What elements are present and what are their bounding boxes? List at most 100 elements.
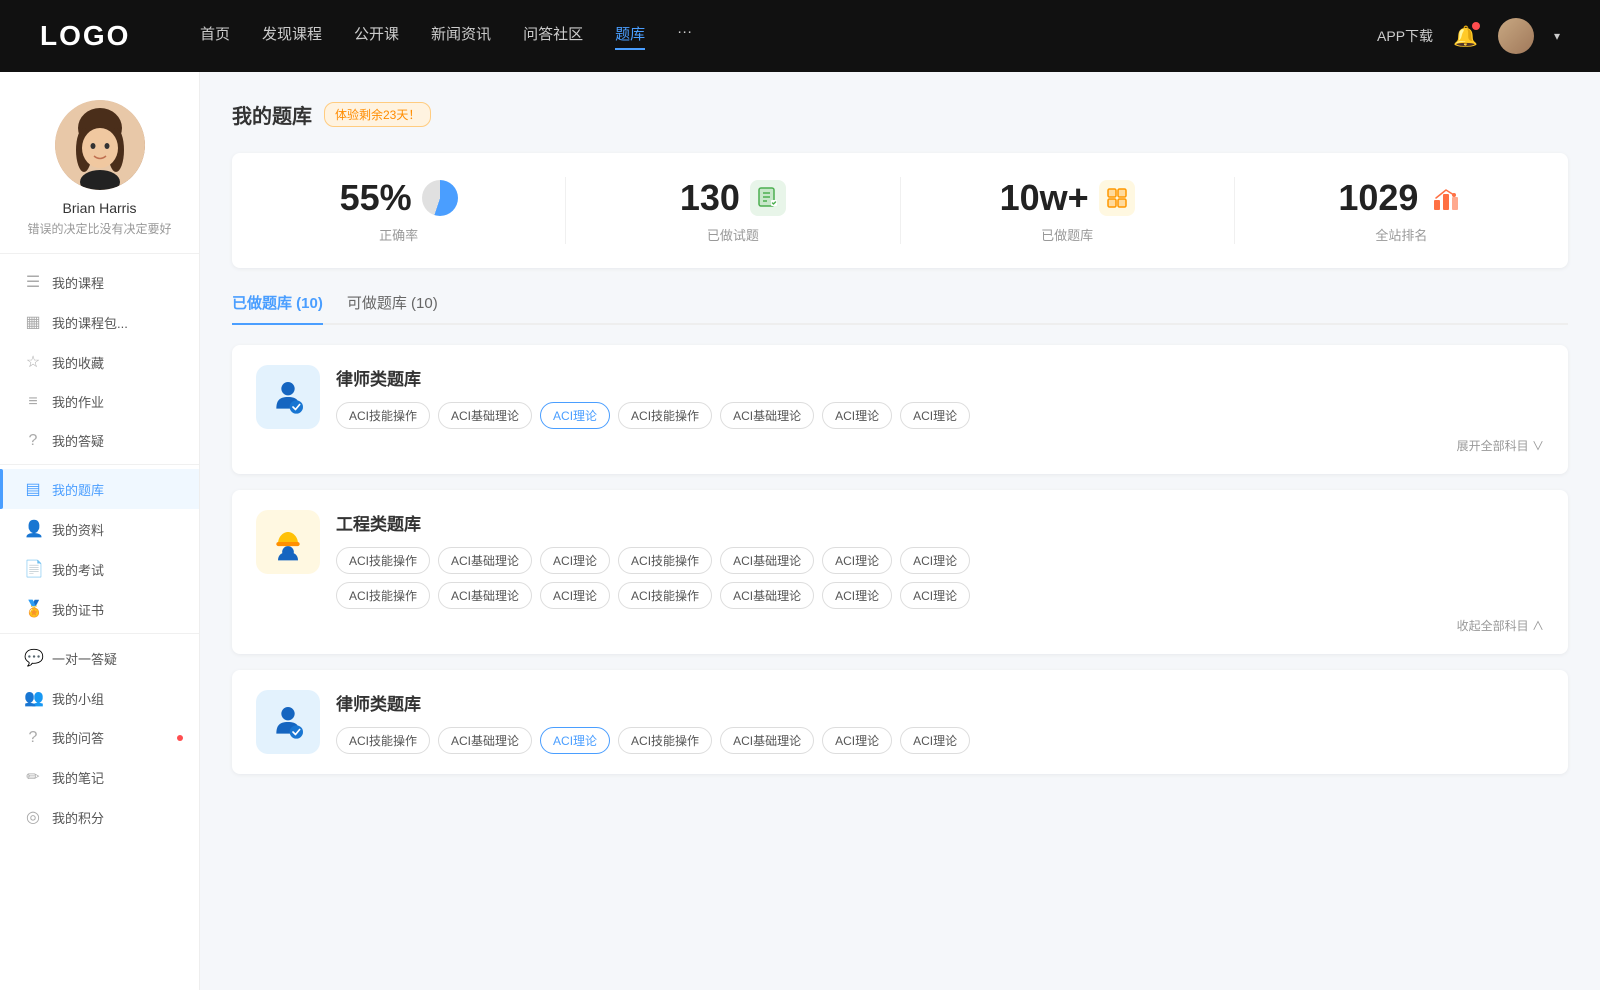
sidebar-item-notes-label: 我的笔记: [52, 768, 104, 787]
menu-divider-1: [0, 464, 199, 465]
stat-done-banks-top: 10w+: [1000, 177, 1135, 219]
qbank-lawyer2-tag-6[interactable]: ACI理论: [900, 727, 970, 754]
sidebar-item-course-packages[interactable]: ▦ 我的课程包...: [0, 302, 199, 342]
nav-opencourse[interactable]: 公开课: [354, 23, 399, 50]
qbank-engineer1-tag-5[interactable]: ACI理论: [822, 547, 892, 574]
stat-done-banks-value: 10w+: [1000, 177, 1089, 219]
qbank-engineer1-extra-tag-3[interactable]: ACI技能操作: [618, 582, 712, 609]
qbank-lawyer1-tag-4[interactable]: ACI基础理论: [720, 402, 814, 429]
qbank-lawyer1-icon: [256, 365, 320, 429]
qbank-engineer1-tag-3[interactable]: ACI技能操作: [618, 547, 712, 574]
sidebar-item-tutoring-label: 一对一答疑: [52, 649, 117, 668]
qbank-lawyer2-tag-2[interactable]: ACI理论: [540, 727, 610, 754]
nav-home[interactable]: 首页: [200, 23, 230, 50]
tutoring-icon: 💬: [24, 648, 42, 668]
notes-icon: ✏: [24, 767, 42, 787]
profile-motto: 错误的决定比没有决定要好: [27, 220, 171, 237]
app-download-button[interactable]: APP下载: [1377, 26, 1433, 46]
qbank-engineer1-extra-tag-6[interactable]: ACI理论: [900, 582, 970, 609]
qbank-engineer1-tag-4[interactable]: ACI基础理论: [720, 547, 814, 574]
qbank-engineer1-tag-2[interactable]: ACI理论: [540, 547, 610, 574]
qbank-engineer1-tag-1[interactable]: ACI基础理论: [438, 547, 532, 574]
sidebar-item-homework[interactable]: ≡ 我的作业: [0, 382, 199, 421]
sidebar-menu: ☰ 我的课程 ▦ 我的课程包... ☆ 我的收藏 ≡ 我的作业 ? 我的答疑 ▤: [0, 254, 199, 845]
qbank-lawyer1-info: 律师类题库 ACI技能操作 ACI基础理论 ACI理论 ACI技能操作 ACI基…: [336, 365, 1544, 429]
qbank-engineer1-icon: [256, 510, 320, 574]
qa-icon: ?: [24, 432, 42, 450]
profile-name: Brian Harris: [63, 200, 137, 216]
qbank-lawyer2-tag-0[interactable]: ACI技能操作: [336, 727, 430, 754]
qbank-card-engineer1: 工程类题库 ACI技能操作 ACI基础理论 ACI理论 ACI技能操作 ACI基…: [232, 490, 1568, 654]
qbank-lawyer2-tag-4[interactable]: ACI基础理论: [720, 727, 814, 754]
nav-qbank[interactable]: 题库: [615, 23, 645, 50]
qbank-engineer1-extra-tag-0[interactable]: ACI技能操作: [336, 582, 430, 609]
notification-bell[interactable]: 🔔: [1453, 24, 1478, 49]
sidebar-item-tutoring[interactable]: 💬 一对一答疑: [0, 638, 199, 678]
menu-divider-2: [0, 633, 199, 634]
sidebar-item-exam[interactable]: 📄 我的考试: [0, 549, 199, 589]
qbank-engineer1-extra-tag-5[interactable]: ACI理论: [822, 582, 892, 609]
nav-discover[interactable]: 发现课程: [262, 23, 322, 50]
stat-site-ranking-top: 1029: [1338, 177, 1464, 219]
nav-more[interactable]: ···: [677, 23, 692, 50]
sidebar-item-certificate-label: 我的证书: [52, 600, 104, 619]
nav-links: 首页 发现课程 公开课 新闻资讯 问答社区 题库 ···: [200, 23, 1377, 50]
sidebar-item-points[interactable]: ◎ 我的积分: [0, 797, 199, 837]
nav-news[interactable]: 新闻资讯: [431, 23, 491, 50]
sidebar-item-certificate[interactable]: 🏅 我的证书: [0, 589, 199, 629]
qbank-lawyer1-expand-link[interactable]: 展开全部科目 ∨: [1457, 437, 1544, 454]
package-icon: ▦: [24, 312, 42, 332]
qbank-lawyer1-tag-0[interactable]: ACI技能操作: [336, 402, 430, 429]
qbank-engineer1-collapse-link[interactable]: 收起全部科目 ∧: [1457, 617, 1544, 634]
sidebar-item-notes[interactable]: ✏ 我的笔记: [0, 757, 199, 797]
qbank-lawyer1-tags: ACI技能操作 ACI基础理论 ACI理论 ACI技能操作 ACI基础理论 AC…: [336, 402, 1544, 429]
qbank-lawyer1-tag-6[interactable]: ACI理论: [900, 402, 970, 429]
qbank-lawyer2-tags: ACI技能操作 ACI基础理论 ACI理论 ACI技能操作 ACI基础理论 AC…: [336, 727, 1544, 754]
qbank-lawyer2-name: 律师类题库: [336, 690, 1544, 715]
qbank-engineer1-extra-tag-1[interactable]: ACI基础理论: [438, 582, 532, 609]
sidebar-item-my-courses[interactable]: ☰ 我的课程: [0, 262, 199, 302]
homework-icon: ≡: [24, 393, 42, 411]
qbank-lawyer2-tag-3[interactable]: ACI技能操作: [618, 727, 712, 754]
tab-available-banks[interactable]: 可做题库 (10): [347, 292, 438, 323]
qbank-lawyer1-footer: 展开全部科目 ∨: [256, 437, 1544, 454]
sidebar-item-qa[interactable]: ? 我的答疑: [0, 421, 199, 460]
sidebar-item-points-label: 我的积分: [52, 808, 104, 827]
profile-avatar-image: [55, 100, 145, 190]
qbank-lawyer2-tag-1[interactable]: ACI基础理论: [438, 727, 532, 754]
cert-icon: 🏅: [24, 599, 42, 619]
my-qa-icon: ?: [24, 729, 42, 747]
groups-icon: 👥: [24, 688, 42, 708]
stats-row: 55% 正确率 130: [232, 153, 1568, 268]
qbank-lawyer2-tag-5[interactable]: ACI理论: [822, 727, 892, 754]
stat-correct-rate-label: 正确率: [379, 225, 418, 244]
qbank-lawyer1-tag-3[interactable]: ACI技能操作: [618, 402, 712, 429]
stat-correct-rate: 55% 正确率: [232, 177, 566, 244]
nav-qa[interactable]: 问答社区: [523, 23, 583, 50]
sidebar-item-groups[interactable]: 👥 我的小组: [0, 678, 199, 718]
tab-done-banks[interactable]: 已做题库 (10): [232, 292, 323, 323]
qbank-card-lawyer2: 律师类题库 ACI技能操作 ACI基础理论 ACI理论 ACI技能操作 ACI基…: [232, 670, 1568, 774]
sidebar-item-homework-label: 我的作业: [52, 392, 104, 411]
qbank-lawyer1-tag-2[interactable]: ACI理论: [540, 402, 610, 429]
logo: LOGO: [40, 20, 160, 52]
sidebar-item-my-qa[interactable]: ? 我的问答: [0, 718, 199, 757]
sidebar-item-qbank[interactable]: ▤ 我的题库: [0, 469, 199, 509]
qbank-lawyer1-tag-1[interactable]: ACI基础理论: [438, 402, 532, 429]
tabs-row: 已做题库 (10) 可做题库 (10): [232, 292, 1568, 325]
sidebar-item-favorites[interactable]: ☆ 我的收藏: [0, 342, 199, 382]
qa-notification-dot: [177, 735, 183, 741]
stat-done-banks-label: 已做题库: [1041, 225, 1093, 244]
qbank-engineer1-extra-tag-2[interactable]: ACI理论: [540, 582, 610, 609]
qbank-engineer1-footer: 收起全部科目 ∧: [256, 617, 1544, 634]
notification-dot: [1472, 22, 1480, 30]
avatar-dropdown-icon[interactable]: ▾: [1554, 29, 1560, 43]
qbank-engineer1-tag-6[interactable]: ACI理论: [900, 547, 970, 574]
qbank-lawyer1-tag-5[interactable]: ACI理论: [822, 402, 892, 429]
pie-chart-icon: [422, 180, 458, 216]
qbank-engineer1-extra-tag-4[interactable]: ACI基础理论: [720, 582, 814, 609]
sidebar-item-profile[interactable]: 👤 我的资料: [0, 509, 199, 549]
avatar[interactable]: [1498, 18, 1534, 54]
qbank-engineer1-tag-0[interactable]: ACI技能操作: [336, 547, 430, 574]
sidebar-item-my-courses-label: 我的课程: [52, 273, 104, 292]
